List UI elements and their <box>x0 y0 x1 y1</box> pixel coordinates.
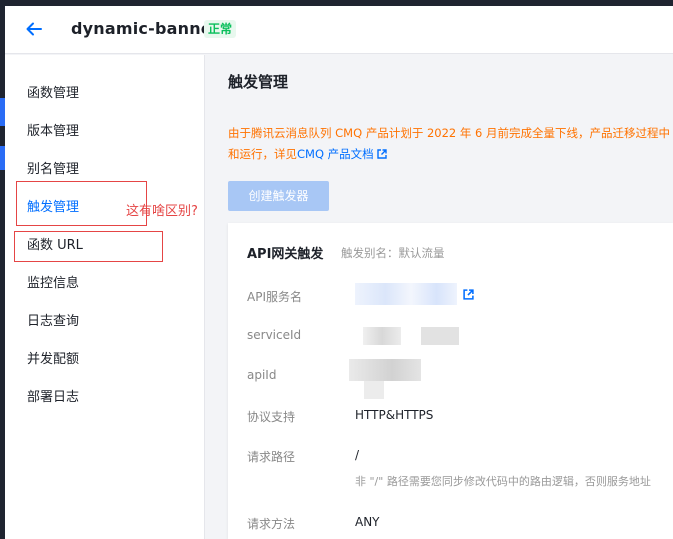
request-path-hint: 非 "/" 路径需要您同步修改代码中的路由逻辑，否则服务地址 <box>355 475 651 488</box>
function-name-title: dynamic-banner <box>71 19 220 38</box>
redacted-service-id <box>421 327 459 345</box>
field-value-request-method: ANY <box>355 515 380 529</box>
sidebar-item-deploy-log[interactable]: 部署日志 <box>27 388 79 408</box>
sidebar: 函数管理 版本管理 别名管理 触发管理 函数 URL 监控信息 日志查询 并发配… <box>5 55 205 539</box>
notice-line-2: 和运行，详见CMQ 产品文档 <box>228 144 673 165</box>
field-value-protocol: HTTP&HTTPS <box>355 408 434 422</box>
field-label-service-id: serviceId <box>247 328 302 342</box>
external-link-icon[interactable] <box>376 149 387 159</box>
sidebar-item-version-management[interactable]: 版本管理 <box>27 122 79 142</box>
trigger-card: API网关触发 触发别名：默认流量 API服务名 serviceId apiId… <box>228 223 673 539</box>
trigger-card-title: API网关触发 <box>247 247 324 262</box>
redacted-api-id <box>364 381 384 399</box>
page-header: dynamic-banner 正常 <box>5 6 673 54</box>
field-value-request-path: / <box>355 448 360 462</box>
annotation-note: 这有啥区别? <box>126 204 198 219</box>
external-link-icon[interactable] <box>463 289 474 300</box>
status-badge: 正常 <box>204 20 237 38</box>
notice-line-1: 由于腾讯云消息队列 CMQ 产品计划于 2022 年 6 月前完成全量下线，产品… <box>228 126 671 140</box>
sidebar-item-alias-management[interactable]: 别名管理 <box>27 160 79 180</box>
field-label-api-service: API服务名 <box>247 290 302 304</box>
sidebar-item-log-query[interactable]: 日志查询 <box>27 312 79 332</box>
trigger-alias: 触发别名：默认流量 <box>341 246 445 260</box>
redacted-service-name <box>355 283 457 305</box>
field-label-request-method: 请求方法 <box>247 517 296 531</box>
cmq-doc-link[interactable]: CMQ 产品文档 <box>297 147 374 161</box>
sidebar-item-concurrency-quota[interactable]: 并发配额 <box>27 350 79 370</box>
redacted-service-id <box>363 327 401 345</box>
sidebar-item-monitoring[interactable]: 监控信息 <box>27 274 79 294</box>
back-arrow-icon[interactable] <box>25 20 43 38</box>
field-label-request-path: 请求路径 <box>247 450 296 464</box>
annotation-box-function-url <box>14 231 163 262</box>
main-content: 触发管理 由于腾讯云消息队列 CMQ 产品计划于 2022 年 6 月前完成全量… <box>206 55 673 539</box>
field-label-protocol: 协议支持 <box>247 410 296 424</box>
cmq-notice: 由于腾讯云消息队列 CMQ 产品计划于 2022 年 6 月前完成全量下线，产品… <box>228 123 673 165</box>
field-label-api-id: apiId <box>247 368 277 382</box>
notice-line-2-prefix: 和运行，详见 <box>228 147 297 161</box>
sidebar-item-function-management[interactable]: 函数管理 <box>27 84 79 104</box>
page-title: 触发管理 <box>228 73 289 91</box>
create-trigger-button[interactable]: 创建触发器 <box>228 181 329 211</box>
redacted-api-id <box>349 359 421 381</box>
